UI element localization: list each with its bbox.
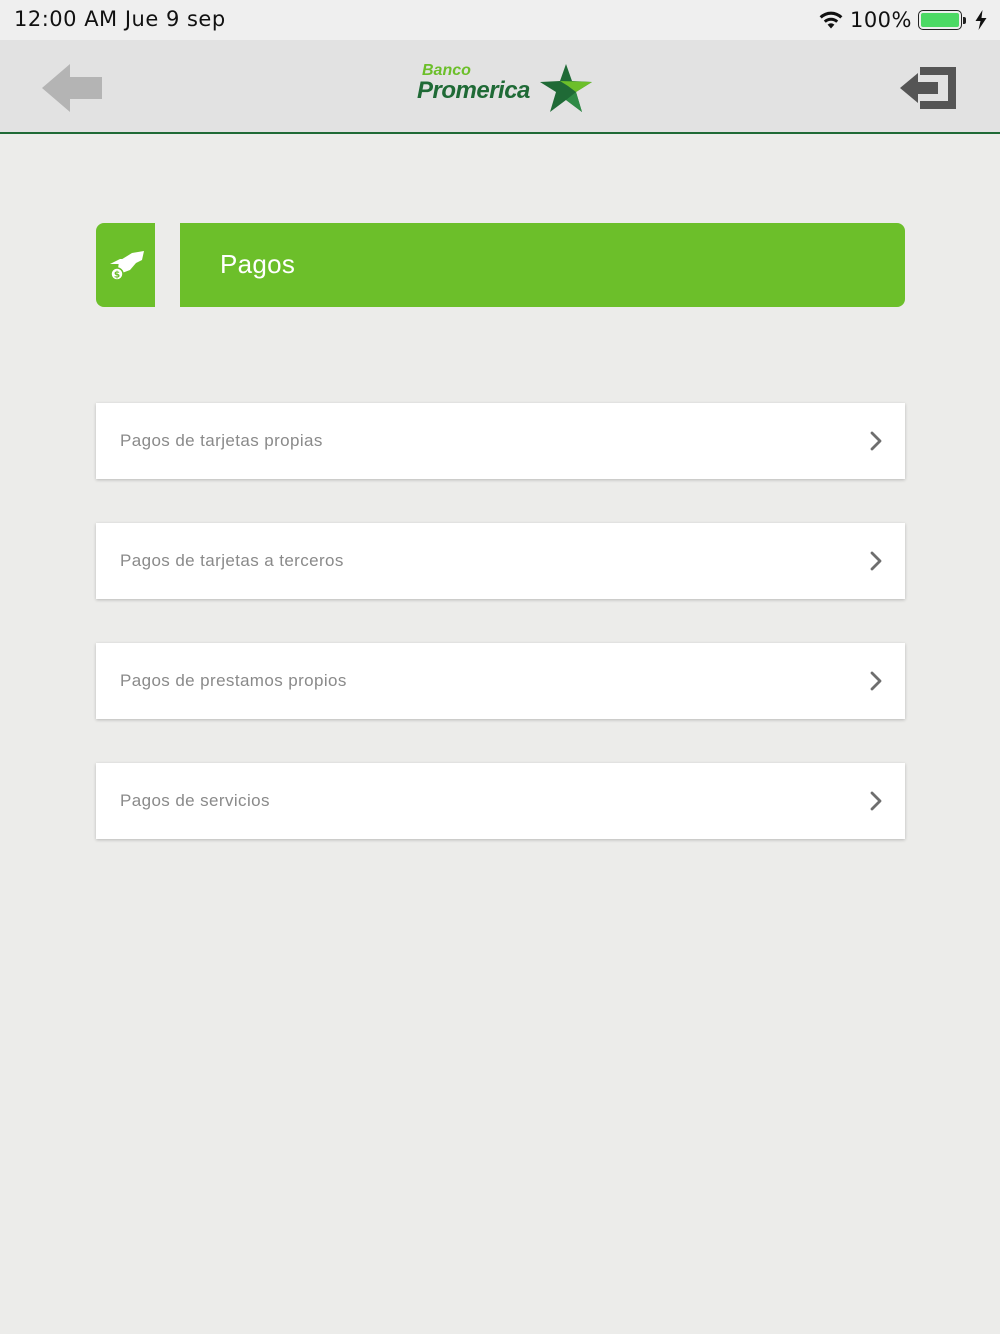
chevron-right-icon — [870, 431, 882, 451]
status-time: 12:00 AM Jue 9 sep — [14, 7, 226, 31]
back-button[interactable] — [38, 60, 108, 116]
menu-item-label: Pagos de servicios — [120, 791, 270, 810]
section-title: Pagos — [220, 249, 296, 279]
battery-level — [921, 13, 959, 27]
charging-bolt-icon — [975, 10, 987, 30]
wifi-icon — [819, 11, 843, 29]
svg-text:$: $ — [113, 271, 119, 281]
app-header: Banco Promerica — [0, 40, 1000, 134]
section-title-box: Pagos — [180, 223, 905, 307]
logout-button[interactable] — [898, 62, 962, 114]
status-bar: 12:00 AM Jue 9 sep 100% — [0, 0, 1000, 40]
menu-item-label: Pagos de tarjetas propias — [120, 431, 323, 450]
payment-hand-icon: $ — [109, 251, 144, 281]
arrow-left-icon — [42, 64, 102, 112]
section-banner: $ Pagos — [96, 223, 905, 307]
battery-icon — [918, 10, 966, 30]
menu-item-label: Pagos de prestamos propios — [120, 671, 347, 690]
status-indicators: 100% — [818, 6, 988, 34]
chevron-right-icon — [870, 671, 882, 691]
logout-icon — [900, 67, 956, 109]
menu-item-servicios[interactable]: Pagos de servicios — [96, 763, 905, 839]
section-icon-box: $ — [96, 223, 155, 307]
chevron-right-icon — [870, 551, 882, 571]
menu-item-tarjetas-terceros[interactable]: Pagos de tarjetas a terceros — [96, 523, 905, 599]
menu-item-tarjetas-propias[interactable]: Pagos de tarjetas propias — [96, 403, 905, 479]
battery-percent: 100% — [849, 8, 912, 32]
logo-text-promerica: Promerica — [417, 77, 530, 104]
bank-logo: Banco Promerica — [414, 62, 596, 114]
chevron-right-icon — [870, 791, 882, 811]
promerica-star-icon — [540, 64, 592, 112]
menu-item-label: Pagos de tarjetas a terceros — [120, 551, 344, 570]
menu-item-prestamos-propios[interactable]: Pagos de prestamos propios — [96, 643, 905, 719]
